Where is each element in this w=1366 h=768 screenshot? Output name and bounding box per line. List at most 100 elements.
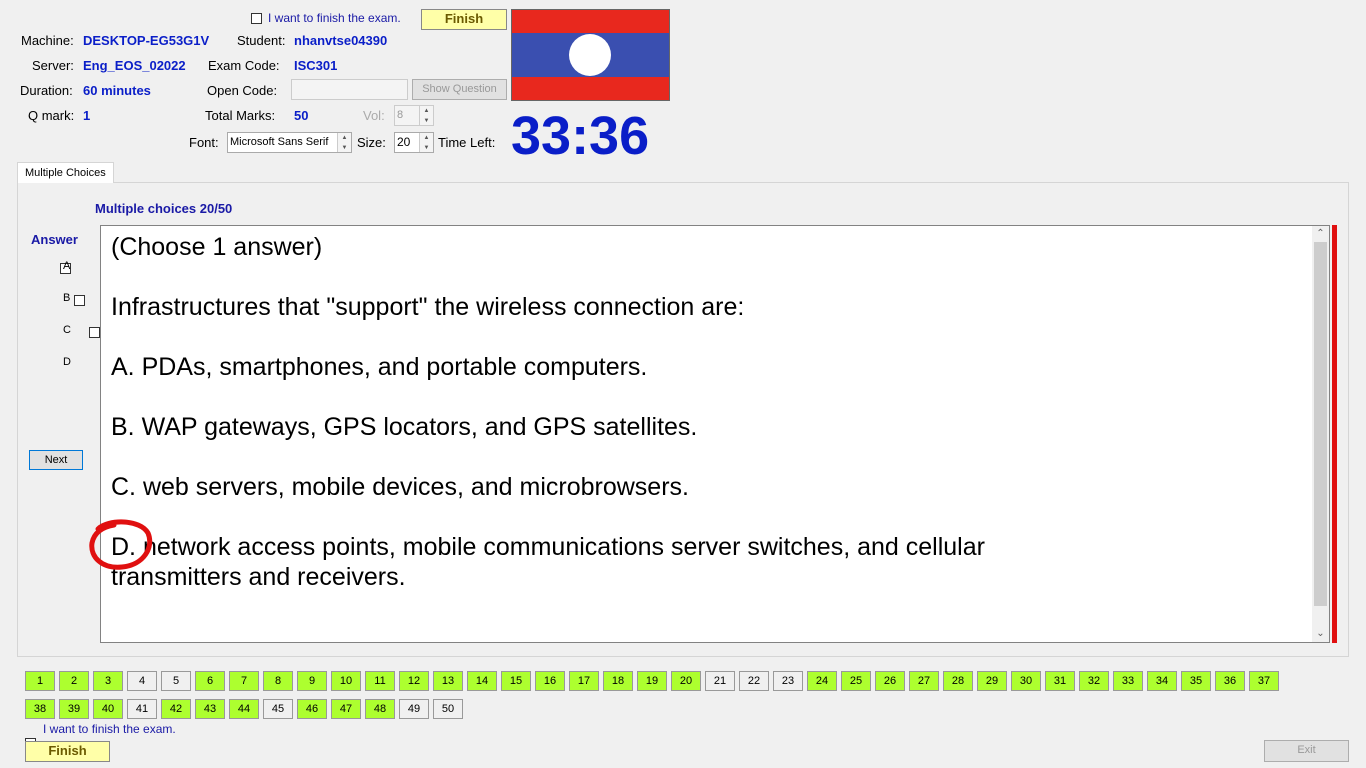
question-nav-button-46[interactable]: 46 bbox=[297, 699, 327, 719]
finish-button-top[interactable]: Finish bbox=[421, 9, 507, 30]
question-nav-button-16[interactable]: 16 bbox=[535, 671, 565, 691]
question-nav-button-50[interactable]: 50 bbox=[433, 699, 463, 719]
question-nav-button-47[interactable]: 47 bbox=[331, 699, 361, 719]
qmark-label: Q mark: bbox=[28, 108, 75, 123]
exam-code-label: Exam Code: bbox=[208, 58, 280, 73]
question-nav-button-22[interactable]: 22 bbox=[739, 671, 769, 691]
question-nav-button-40[interactable]: 40 bbox=[93, 699, 123, 719]
question-nav-button-42[interactable]: 42 bbox=[161, 699, 191, 719]
spin-up-icon[interactable]: ▲ bbox=[420, 106, 433, 116]
question-scrollbar[interactable]: ⌃ ⌄ bbox=[1312, 226, 1329, 642]
question-nav-button-31[interactable]: 31 bbox=[1045, 671, 1075, 691]
size-spinner[interactable]: 20 ▲ ▼ bbox=[394, 132, 434, 153]
question-nav-button-45[interactable]: 45 bbox=[263, 699, 293, 719]
question-nav-button-25[interactable]: 25 bbox=[841, 671, 871, 691]
answer-b-label: B bbox=[63, 292, 71, 304]
question-nav-button-38[interactable]: 38 bbox=[25, 699, 55, 719]
finish-exam-checkbox-top[interactable] bbox=[251, 13, 262, 24]
spin-down-icon[interactable]: ▼ bbox=[420, 116, 433, 126]
question-nav-button-10[interactable]: 10 bbox=[331, 671, 361, 691]
spin-down-icon[interactable]: ▼ bbox=[420, 143, 433, 153]
question-nav-button-3[interactable]: 3 bbox=[93, 671, 123, 691]
open-code-input[interactable] bbox=[291, 79, 408, 100]
question-nav-button-27[interactable]: 27 bbox=[909, 671, 939, 691]
question-nav-button-35[interactable]: 35 bbox=[1181, 671, 1211, 691]
question-nav-button-5[interactable]: 5 bbox=[161, 671, 191, 691]
question-nav-button-49[interactable]: 49 bbox=[399, 699, 429, 719]
question-nav-button-37[interactable]: 37 bbox=[1249, 671, 1279, 691]
student-value: nhanvtse04390 bbox=[294, 33, 388, 48]
exam-code-value: ISC301 bbox=[294, 58, 338, 73]
server-value: Eng_EOS_02022 bbox=[83, 58, 186, 73]
question-nav-button-24[interactable]: 24 bbox=[807, 671, 837, 691]
question-nav-button-8[interactable]: 8 bbox=[263, 671, 293, 691]
question-nav-button-28[interactable]: 28 bbox=[943, 671, 973, 691]
red-edge-marker bbox=[1332, 225, 1337, 643]
server-label: Server: bbox=[32, 58, 74, 73]
question-nav-button-32[interactable]: 32 bbox=[1079, 671, 1109, 691]
font-label: Font: bbox=[189, 135, 219, 150]
question-nav-button-13[interactable]: 13 bbox=[433, 671, 463, 691]
question-title: Multiple choices 20/50 bbox=[95, 201, 233, 216]
answer-b-checkbox[interactable] bbox=[74, 295, 86, 306]
question-nav-button-2[interactable]: 2 bbox=[59, 671, 89, 691]
question-nav-button-36[interactable]: 36 bbox=[1215, 671, 1245, 691]
answer-label: Answer bbox=[31, 232, 78, 247]
spin-up-icon[interactable]: ▲ bbox=[338, 133, 351, 143]
size-label: Size: bbox=[357, 135, 386, 150]
open-code-label: Open Code: bbox=[207, 83, 278, 98]
question-instruction: (Choose 1 answer) bbox=[111, 233, 323, 261]
question-nav-button-12[interactable]: 12 bbox=[399, 671, 429, 691]
choice-c-text: C. web servers, mobile devices, and micr… bbox=[111, 473, 689, 501]
question-nav-button-44[interactable]: 44 bbox=[229, 699, 259, 719]
question-nav-button-30[interactable]: 30 bbox=[1011, 671, 1041, 691]
question-nav-button-15[interactable]: 15 bbox=[501, 671, 531, 691]
question-nav-button-1[interactable]: 1 bbox=[25, 671, 55, 691]
spin-up-icon[interactable]: ▲ bbox=[420, 133, 433, 143]
size-value: 20 bbox=[397, 135, 411, 149]
finish-exam-checkbox-label-top: I want to finish the exam. bbox=[268, 11, 401, 25]
machine-value: DESKTOP-EG53G1V bbox=[83, 33, 210, 48]
question-nav-button-21[interactable]: 21 bbox=[705, 671, 735, 691]
question-nav-button-4[interactable]: 4 bbox=[127, 671, 157, 691]
flag-icon bbox=[512, 10, 669, 100]
question-nav-button-26[interactable]: 26 bbox=[875, 671, 905, 691]
question-nav-button-11[interactable]: 11 bbox=[365, 671, 395, 691]
vol-spinner[interactable]: 8 ▲ ▼ bbox=[394, 105, 434, 126]
question-nav-button-43[interactable]: 43 bbox=[195, 699, 225, 719]
question-nav-button-9[interactable]: 9 bbox=[297, 671, 327, 691]
time-left-label: Time Left: bbox=[438, 135, 496, 150]
question-nav-button-7[interactable]: 7 bbox=[229, 671, 259, 691]
next-button[interactable]: Next bbox=[29, 450, 83, 470]
finish-button-bottom[interactable]: Finish bbox=[25, 741, 110, 762]
question-nav-button-33[interactable]: 33 bbox=[1113, 671, 1143, 691]
question-nav-button-39[interactable]: 39 bbox=[59, 699, 89, 719]
tab-multiple-choices[interactable]: Multiple Choices bbox=[17, 162, 114, 183]
font-select[interactable]: Microsoft Sans Serif ▲ ▼ bbox=[227, 132, 352, 153]
choice-b-text: B. WAP gateways, GPS locators, and GPS s… bbox=[111, 413, 698, 441]
question-nav-button-48[interactable]: 48 bbox=[365, 699, 395, 719]
question-nav-button-18[interactable]: 18 bbox=[603, 671, 633, 691]
choice-d-text: D. network access points, mobile communi… bbox=[111, 533, 985, 591]
answer-c-checkbox[interactable] bbox=[88, 327, 100, 338]
question-nav-button-19[interactable]: 19 bbox=[637, 671, 667, 691]
question-text: (Choose 1 answer) Infrastructures that "… bbox=[111, 232, 1301, 622]
font-value: Microsoft Sans Serif bbox=[230, 136, 329, 148]
scroll-down-icon[interactable]: ⌄ bbox=[1312, 626, 1329, 642]
question-nav-button-23[interactable]: 23 bbox=[773, 671, 803, 691]
show-question-button[interactable]: Show Question bbox=[412, 79, 507, 100]
question-text-box[interactable]: (Choose 1 answer) Infrastructures that "… bbox=[100, 225, 1330, 643]
question-nav-button-14[interactable]: 14 bbox=[467, 671, 497, 691]
scroll-up-icon[interactable]: ⌃ bbox=[1312, 226, 1329, 242]
question-nav-button-17[interactable]: 17 bbox=[569, 671, 599, 691]
question-nav-button-6[interactable]: 6 bbox=[195, 671, 225, 691]
student-label: Student: bbox=[237, 33, 286, 48]
question-nav-button-41[interactable]: 41 bbox=[127, 699, 157, 719]
question-nav-button-29[interactable]: 29 bbox=[977, 671, 1007, 691]
exit-button[interactable]: Exit bbox=[1264, 740, 1349, 762]
question-nav-button-34[interactable]: 34 bbox=[1147, 671, 1177, 691]
spin-down-icon[interactable]: ▼ bbox=[338, 143, 351, 153]
scrollbar-thumb[interactable] bbox=[1314, 242, 1327, 606]
red-circle-annotation-icon bbox=[89, 519, 153, 570]
question-nav-button-20[interactable]: 20 bbox=[671, 671, 701, 691]
